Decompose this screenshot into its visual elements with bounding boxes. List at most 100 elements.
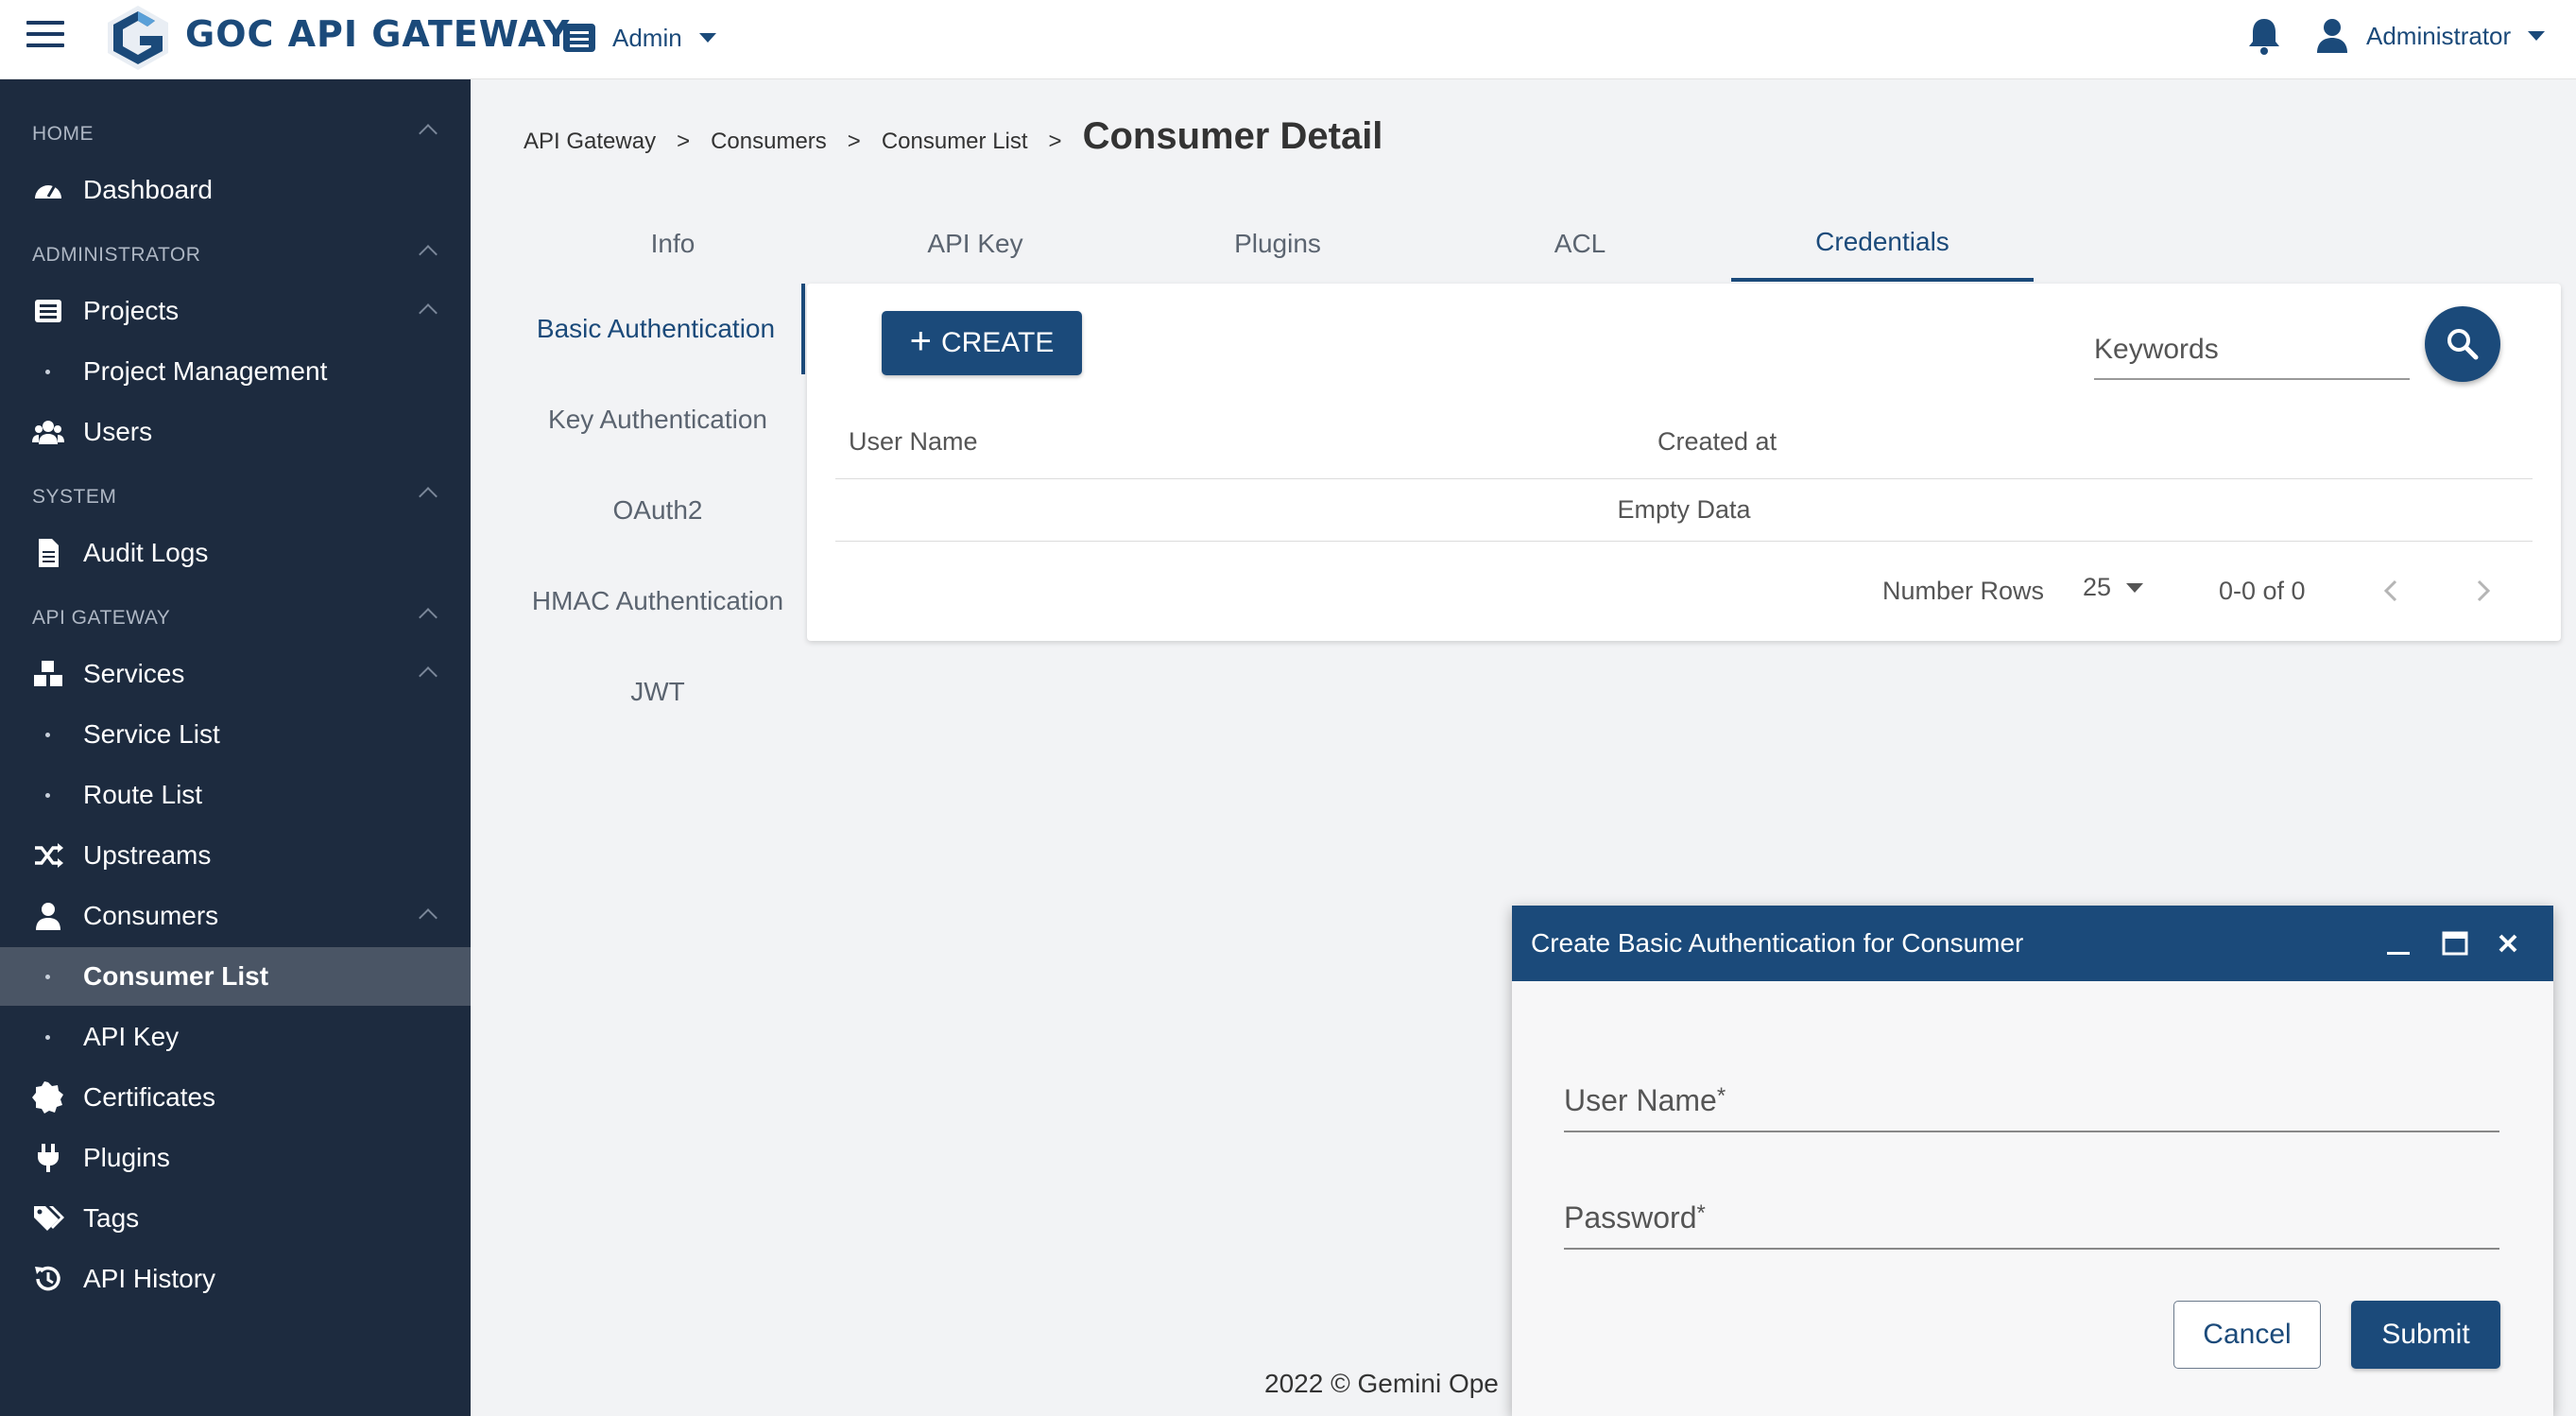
chevron-left-icon[interactable] bbox=[2379, 578, 2404, 603]
bullet-icon bbox=[45, 732, 50, 737]
pagination-range: 0-0 of 0 bbox=[2219, 577, 2306, 605]
detail-tabs: Info API Key Plugins ACL Credentials bbox=[522, 206, 2034, 282]
sidebar-label: Route List bbox=[83, 780, 203, 809]
username-input[interactable] bbox=[1564, 1074, 2499, 1131]
tab-api-key[interactable]: API Key bbox=[824, 206, 1126, 282]
tab-acl[interactable]: ACL bbox=[1429, 206, 1731, 282]
close-button[interactable] bbox=[2491, 926, 2525, 960]
chevron-up-icon[interactable] bbox=[419, 487, 438, 506]
password-input[interactable] bbox=[1564, 1191, 2499, 1248]
user-dropdown[interactable]: Administrator bbox=[2315, 13, 2546, 59]
chevron-up-icon bbox=[419, 908, 438, 927]
breadcrumb-api-gateway[interactable]: API Gateway bbox=[524, 129, 656, 155]
chevron-up-icon[interactable] bbox=[419, 608, 438, 627]
chevron-right-icon[interactable] bbox=[2470, 578, 2495, 603]
plus-icon: + bbox=[909, 320, 932, 362]
users-icon bbox=[32, 421, 64, 444]
sidebar-label: Projects bbox=[83, 296, 180, 325]
chevron-up-icon[interactable] bbox=[419, 245, 438, 264]
breadcrumb-separator: > bbox=[677, 129, 691, 154]
vtab-hmac-authentication[interactable]: HMAC Authentication bbox=[510, 556, 805, 647]
user-icon bbox=[36, 903, 60, 930]
tab-info[interactable]: Info bbox=[522, 206, 824, 282]
username-underline bbox=[1564, 1131, 2499, 1132]
tags-icon bbox=[34, 1206, 64, 1231]
column-header-created-at[interactable]: Created at bbox=[1657, 427, 1777, 457]
breadcrumb-consumer-list[interactable]: Consumer List bbox=[882, 129, 1028, 155]
sidebar-item-route-list[interactable]: Route List bbox=[0, 766, 471, 824]
sidebar-label: Tags bbox=[83, 1203, 140, 1233]
sidebar-label: Plugins bbox=[83, 1143, 170, 1172]
password-underline bbox=[1564, 1248, 2499, 1250]
chevron-up-icon[interactable] bbox=[419, 124, 438, 143]
create-label: CREATE bbox=[940, 327, 1055, 358]
sidebar-label: Services bbox=[83, 659, 185, 688]
sidebar-item-dashboard[interactable]: Dashboard bbox=[0, 161, 471, 219]
search-icon bbox=[2447, 329, 2479, 360]
cancel-button[interactable]: Cancel bbox=[2173, 1301, 2321, 1369]
maximize-button[interactable] bbox=[2438, 926, 2472, 960]
close-icon bbox=[2499, 934, 2517, 953]
breadcrumb-consumers[interactable]: Consumers bbox=[711, 129, 827, 155]
bullet-icon bbox=[45, 369, 50, 374]
list-icon bbox=[35, 300, 61, 322]
sidebar-item-users[interactable]: Users bbox=[0, 403, 471, 461]
tab-plugins[interactable]: Plugins bbox=[1126, 206, 1429, 282]
user-name: Administrator bbox=[2366, 21, 2512, 50]
certificate-icon bbox=[32, 1081, 63, 1114]
bell-icon[interactable] bbox=[2245, 15, 2283, 57]
column-header-user-name[interactable]: User Name bbox=[849, 427, 978, 457]
credential-type-tabs: Basic Authentication Key Authentication … bbox=[510, 284, 805, 737]
footer-text: 2022 © Gemini Ope bbox=[1264, 1369, 1499, 1398]
history-icon bbox=[35, 1266, 60, 1291]
bullet-icon bbox=[45, 1034, 50, 1040]
bullet-icon bbox=[45, 974, 50, 979]
divider bbox=[835, 478, 2533, 479]
sidebar-label: Dashboard bbox=[83, 175, 213, 204]
sidebar-label: Service List bbox=[83, 719, 220, 749]
sidebar-item-audit-logs[interactable]: Audit Logs bbox=[0, 524, 471, 582]
sidebar-item-project-management[interactable]: Project Management bbox=[0, 342, 471, 401]
search-button[interactable] bbox=[2425, 306, 2500, 382]
vtab-basic-authentication[interactable]: Basic Authentication bbox=[510, 284, 805, 374]
sidebar-item-consumer-list[interactable]: Consumer List bbox=[0, 947, 471, 1006]
menu-icon[interactable] bbox=[26, 21, 64, 51]
sidebar-item-service-list[interactable]: Service List bbox=[0, 705, 471, 764]
plug-icon bbox=[38, 1144, 59, 1172]
empty-state: Empty Data bbox=[1617, 495, 1751, 524]
vtab-oauth2[interactable]: OAuth2 bbox=[510, 465, 805, 556]
user-icon bbox=[2317, 19, 2347, 53]
minimize-button[interactable] bbox=[2381, 926, 2415, 960]
sidebar-item-services[interactable]: Services bbox=[0, 645, 471, 703]
sidebar-item-certificates[interactable]: Certificates bbox=[0, 1068, 471, 1127]
breadcrumb: API Gateway > Consumers > Consumer List … bbox=[524, 115, 1382, 158]
dashboard-icon bbox=[35, 184, 61, 199]
tab-credentials[interactable]: Credentials bbox=[1731, 206, 2034, 282]
maximize-icon bbox=[2442, 931, 2468, 956]
page-title: Consumer Detail bbox=[1082, 115, 1383, 157]
sidebar-item-projects[interactable]: Projects bbox=[0, 282, 471, 340]
sidebar-item-tags[interactable]: Tags bbox=[0, 1189, 471, 1248]
shuffle-icon bbox=[35, 843, 63, 868]
workspace-dropdown[interactable]: Admin bbox=[563, 17, 716, 59]
sidebar-label: API History bbox=[83, 1264, 216, 1293]
sidebar: HOME Dashboard ADMINISTRATOR Projects Pr… bbox=[0, 79, 471, 1416]
sidebar-label: API Key bbox=[83, 1022, 180, 1051]
sidebar-label: Certificates bbox=[83, 1082, 216, 1112]
sidebar-item-consumers[interactable]: Consumers bbox=[0, 887, 471, 945]
sidebar-item-upstreams[interactable]: Upstreams bbox=[0, 826, 471, 885]
sidebar-item-plugins[interactable]: Plugins bbox=[0, 1129, 471, 1187]
vtab-jwt[interactable]: JWT bbox=[510, 647, 805, 737]
sidebar-item-api-history[interactable]: API History bbox=[0, 1250, 471, 1308]
sidebar-label: Users bbox=[83, 417, 153, 446]
bullet-icon bbox=[45, 792, 50, 798]
vtab-key-authentication[interactable]: Key Authentication bbox=[510, 374, 805, 465]
sidebar-item-api-key[interactable]: API Key bbox=[0, 1008, 471, 1066]
rows-per-page-select[interactable]: 25 bbox=[2083, 573, 2144, 602]
create-button[interactable]: + CREATE bbox=[882, 311, 1082, 375]
submit-button[interactable]: Submit bbox=[2351, 1301, 2500, 1369]
search-input[interactable] bbox=[2094, 321, 2410, 380]
section-administrator: ADMINISTRATOR bbox=[32, 244, 201, 266]
divider bbox=[835, 541, 2533, 542]
create-basic-auth-dialog: Create Basic Authentication for Consumer… bbox=[1512, 906, 2553, 1416]
